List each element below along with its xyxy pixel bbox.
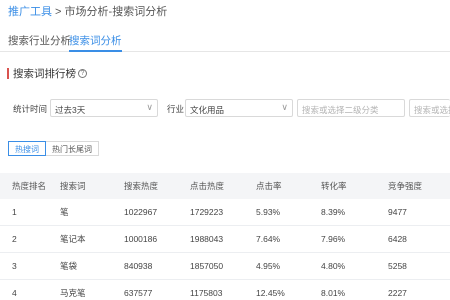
tab-search-industry[interactable]: 搜索行业分析 xyxy=(8,33,71,52)
cell-click-heat: 1988043 xyxy=(190,234,224,244)
table-row[interactable]: 3 笔袋 840938 1857050 4.95% 4.80% 5258 xyxy=(0,253,450,280)
industry-select-value: 文化用品 xyxy=(190,105,225,115)
time-label: 统计时间 xyxy=(13,104,48,114)
section-marker xyxy=(7,68,9,79)
cell-click-heat: 1729223 xyxy=(190,207,224,217)
cell-competition: 2227 xyxy=(388,288,407,298)
cell-search-heat: 637577 xyxy=(124,288,153,298)
column-header-keyword[interactable]: 搜索词 xyxy=(60,173,86,199)
time-select[interactable]: 过去3天 ∨ xyxy=(50,99,158,117)
cell-conversion: 8.39% xyxy=(321,207,346,217)
section-title-text: 搜索词排行榜 xyxy=(13,68,76,80)
cell-search-heat: 1022967 xyxy=(124,207,158,217)
cell-rank: 2 xyxy=(12,234,17,244)
column-header-conversion[interactable]: 转化率 xyxy=(321,173,347,199)
breadcrumb: 推广工具 > 市场分析-搜索词分析 xyxy=(8,3,167,19)
sub-category-placeholder: 搜索或选择二级分类 xyxy=(302,105,379,115)
breadcrumb-separator: > xyxy=(52,6,65,18)
filter-row: 统计时间 过去3天 ∨ 行业 文化用品 ∨ 搜索或选择二级分类 搜索或选择三 xyxy=(0,99,450,117)
cell-conversion: 8.01% xyxy=(321,288,346,298)
third-category-placeholder: 搜索或选择三 xyxy=(414,105,450,115)
cell-rank: 3 xyxy=(12,261,17,271)
cell-keyword: 笔 xyxy=(60,207,69,217)
breadcrumb-current: 市场分析-搜索词分析 xyxy=(64,6,168,18)
cell-click-heat: 1857050 xyxy=(190,261,224,271)
cell-competition: 6428 xyxy=(388,234,407,244)
cell-conversion: 4.80% xyxy=(321,261,346,271)
cell-rank: 4 xyxy=(12,288,17,298)
column-header-ctr[interactable]: 点击率 xyxy=(256,173,282,199)
breadcrumb-root-link[interactable]: 推广工具 xyxy=(8,6,52,18)
cell-ctr: 7.64% xyxy=(256,234,281,244)
sub-category-select[interactable]: 搜索或选择二级分类 xyxy=(297,99,405,117)
third-category-select[interactable]: 搜索或选择三 xyxy=(409,99,450,117)
tab-bar: 搜索行业分析 搜索词分析 xyxy=(0,30,450,52)
keyword-ranking-table: 热度排名 搜索词 搜索热度 点击热度 点击率 转化率 竞争强度 1 笔 1022… xyxy=(0,173,450,300)
industry-select[interactable]: 文化用品 ∨ xyxy=(185,99,293,117)
cell-rank: 1 xyxy=(12,207,17,217)
chevron-down-icon: ∨ xyxy=(281,102,288,112)
cell-ctr: 12.45% xyxy=(256,288,285,298)
time-select-value: 过去3天 xyxy=(55,105,86,115)
table-header: 热度排名 搜索词 搜索热度 点击热度 点击率 转化率 竞争强度 xyxy=(0,173,450,199)
cell-click-heat: 1175803 xyxy=(190,288,223,298)
chip-hot-keywords[interactable]: 热搜词 xyxy=(8,141,46,156)
table-row[interactable]: 4 马克笔 637577 1175803 12.45% 8.01% 2227 xyxy=(0,280,450,300)
cell-ctr: 5.93% xyxy=(256,207,281,217)
cell-conversion: 7.96% xyxy=(321,234,346,244)
question-circle-icon[interactable]: ? xyxy=(78,69,87,78)
table-row[interactable]: 2 笔记本 1000186 1988043 7.64% 7.96% 6428 xyxy=(0,226,450,253)
section-title: 搜索词排行榜 ? xyxy=(7,66,87,81)
cell-keyword: 马克笔 xyxy=(60,288,86,298)
cell-search-heat: 840938 xyxy=(124,261,153,271)
industry-label: 行业 xyxy=(167,104,185,114)
cell-search-heat: 1000186 xyxy=(124,234,158,244)
column-header-search-heat[interactable]: 搜索热度 xyxy=(124,173,158,199)
chip-long-tail-keywords[interactable]: 热门长尾词 xyxy=(46,141,99,156)
column-header-click-heat[interactable]: 点击热度 xyxy=(190,173,224,199)
cell-competition: 9477 xyxy=(388,207,407,217)
table-row[interactable]: 1 笔 1022967 1729223 5.93% 8.39% 9477 xyxy=(0,199,450,226)
column-header-competition[interactable]: 竞争强度 xyxy=(388,173,422,199)
tab-search-keyword[interactable]: 搜索词分析 xyxy=(69,33,122,52)
column-header-rank[interactable]: 热度排名 xyxy=(12,173,46,199)
cell-keyword: 笔记本 xyxy=(60,234,86,244)
cell-ctr: 4.95% xyxy=(256,261,281,271)
cell-keyword: 笔袋 xyxy=(60,261,78,271)
keyword-type-toggle: 热搜词 热门长尾词 xyxy=(8,141,99,156)
chevron-down-icon: ∨ xyxy=(146,102,153,112)
cell-competition: 5258 xyxy=(388,261,407,271)
